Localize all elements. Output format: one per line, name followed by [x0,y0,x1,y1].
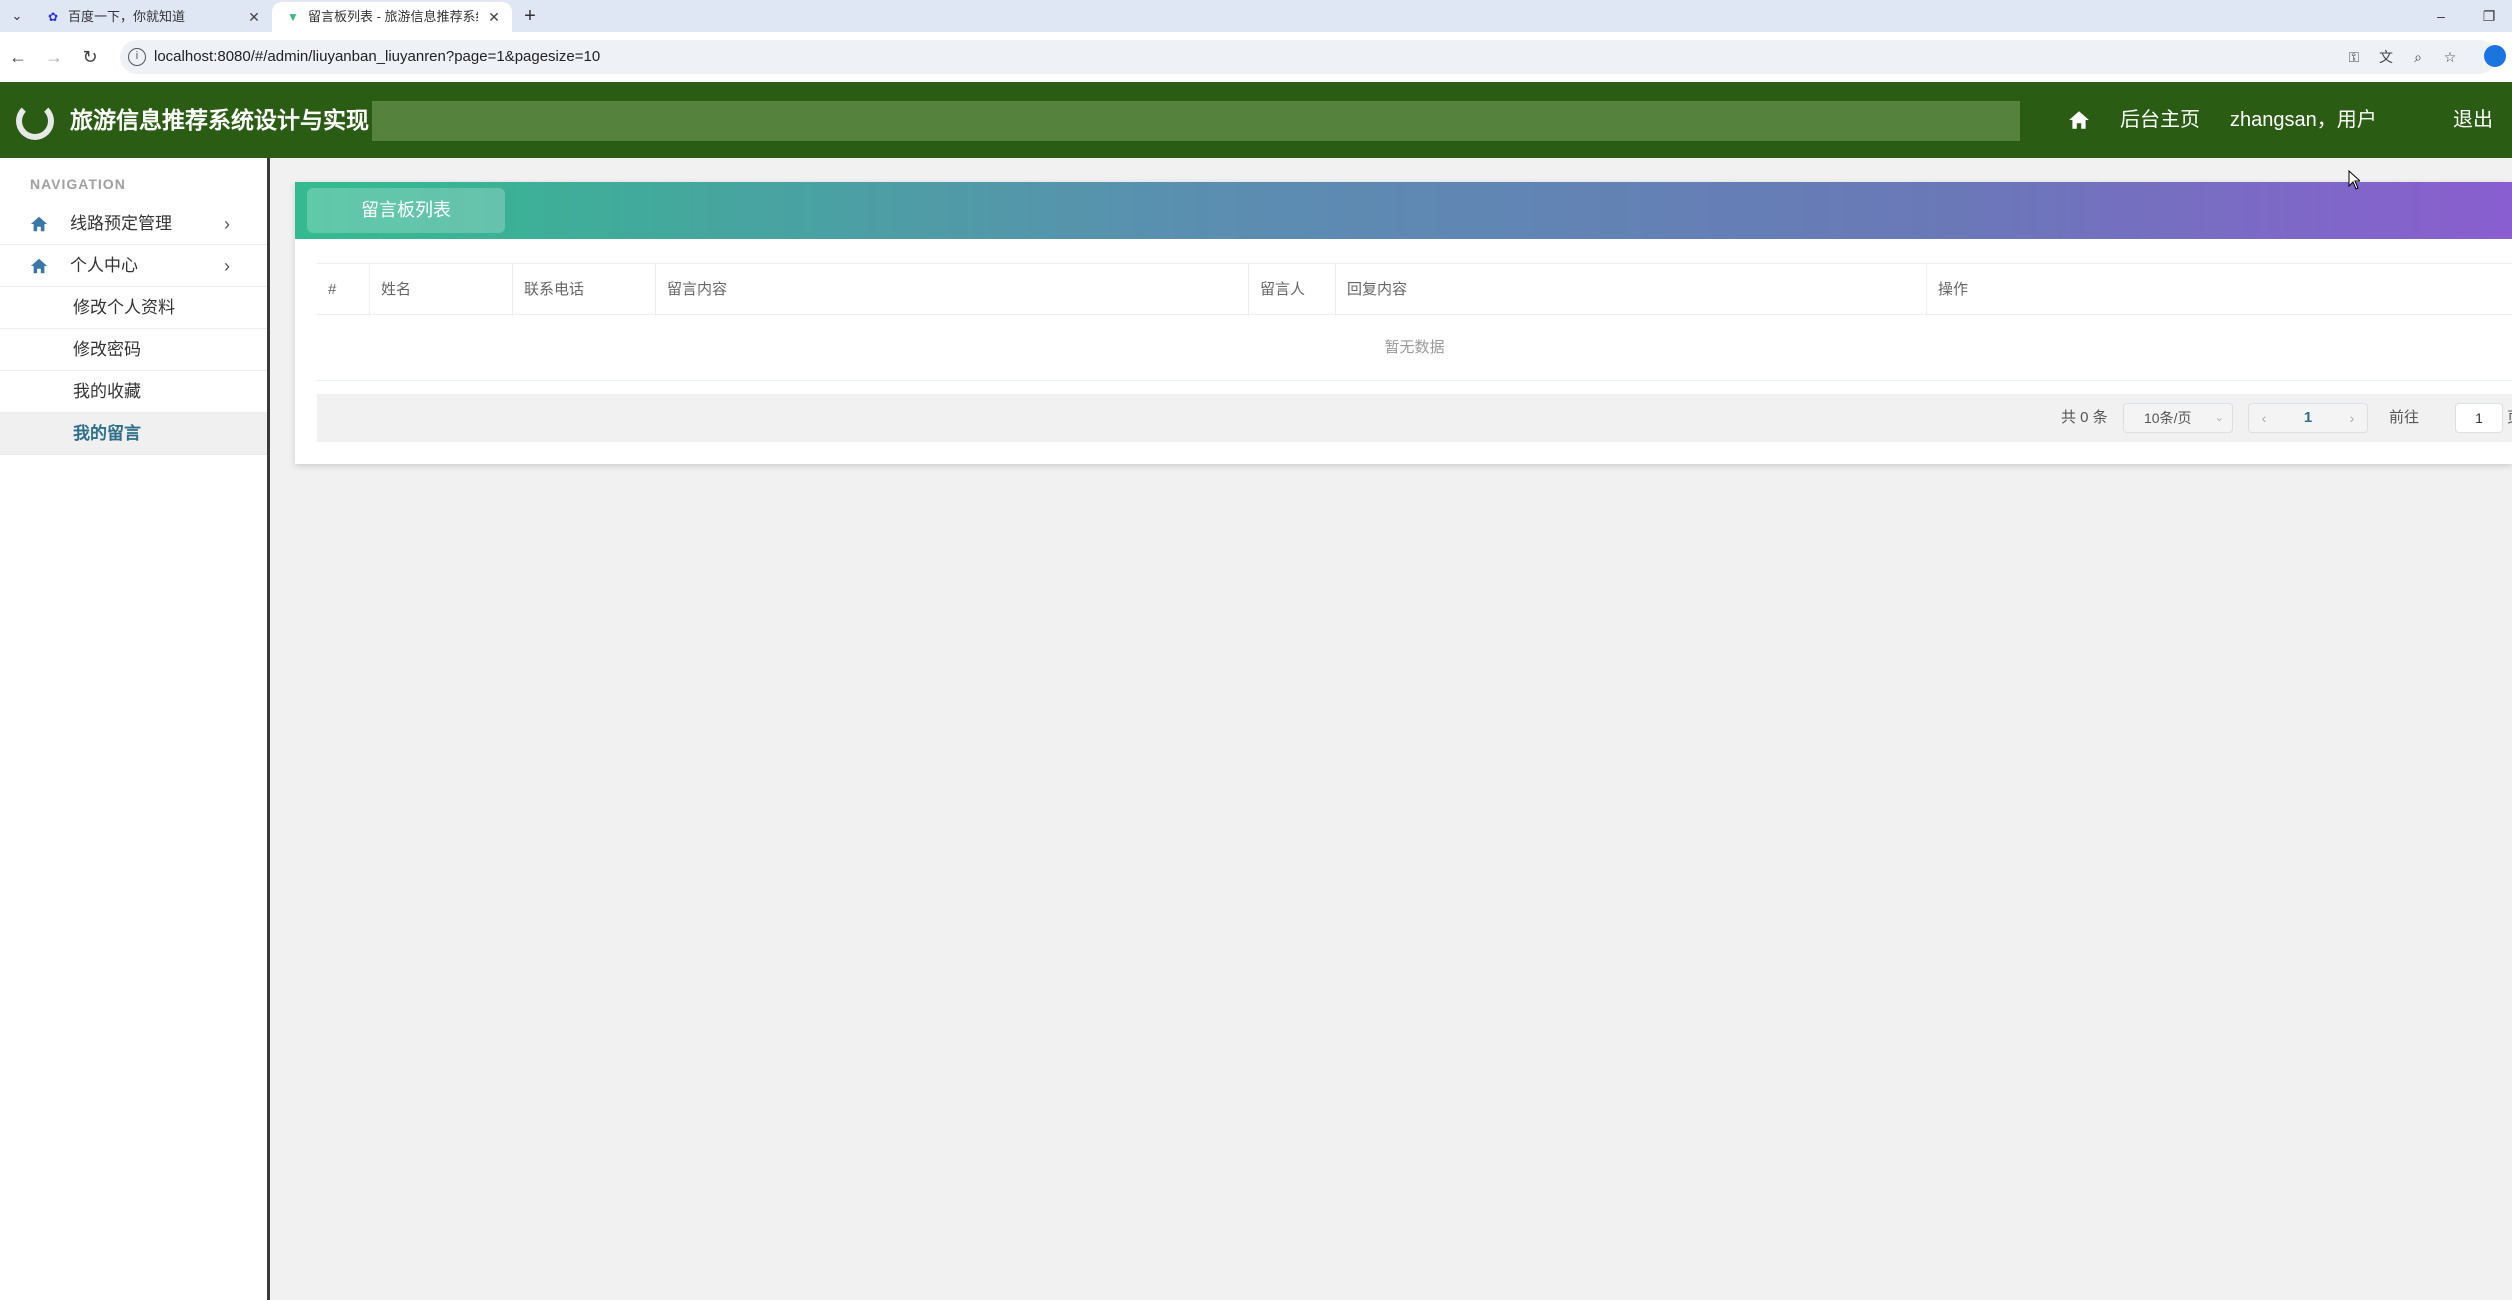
column-header-actions: 操作 [1926,264,2512,316]
translate-icon[interactable]: 文 [2376,48,2396,66]
column-header-phone: 联系电话 [512,264,655,316]
sidebar: NAVIGATION 线路预定管理 › 个人中心 › 修改个人资料 修改密码 我… [0,158,270,1300]
column-header-reply: 回复内容 [1335,264,1926,316]
tab-list-chevron-icon[interactable]: ⌄ [8,7,26,25]
close-tab-icon[interactable]: ✕ [486,9,502,25]
goto-page-input[interactable] [2455,403,2503,433]
chevron-right-icon: › [224,214,230,234]
chevron-right-icon: › [224,256,230,276]
bookmark-star-icon[interactable]: ☆ [2440,48,2460,66]
sidebar-item-label: 我的留言 [73,424,141,443]
reload-icon[interactable]: ↻ [78,45,102,69]
back-arrow-icon[interactable]: ← [6,45,30,69]
browser-tab-liuyanban[interactable]: ▼ 留言板列表 - 旅游信息推荐系统 ✕ [272,2,512,32]
current-page-number[interactable]: 1 [2279,404,2337,432]
pagination: 共 0 条 10条/页 ⌄ ‹ 1 › 前往 页 [317,394,2512,442]
sidebar-item-my-favorites[interactable]: 我的收藏 [0,371,267,413]
browser-toolbar: ← → ↻ i localhost:8080/#/admin/liuyanban… [0,32,2512,82]
sidebar-menu-label: 线路预定管理 [70,214,172,233]
header-decoration-strip [372,101,2020,141]
sidebar-menu-personal-center[interactable]: 个人中心 › [0,245,267,287]
page-size-value: 10条/页 [2144,410,2192,426]
site-info-icon[interactable]: i [128,48,146,66]
logout-link[interactable]: 退出 [2453,82,2493,158]
sidebar-heading: NAVIGATION [30,176,126,192]
pager-controls: ‹ 1 › [2248,403,2368,433]
vue-favicon-icon: ▼ [287,10,299,24]
card-header: 留言板列表 [295,182,2512,239]
home-icon [30,216,48,232]
sidebar-item-label: 修改密码 [73,340,141,359]
url-text: localhost:8080/#/admin/liuyanban_liuyanr… [154,48,601,65]
empty-data-text: 暂无数据 [317,315,2512,381]
message-board-card: 留言板列表 # 姓名 联系电话 留言内容 留言人 回复内容 操作 暂无数据 共 … [295,182,2512,464]
new-tab-plus-icon[interactable]: + [518,4,542,28]
baidu-favicon-icon: ✿ [47,10,59,24]
app-header: 旅游信息推荐系统设计与实现 后台主页 zhangsan，用户 退出 [0,82,2512,158]
close-tab-icon[interactable]: ✕ [246,9,262,25]
tab-title: 留言板列表 - 旅游信息推荐系统 [308,9,478,24]
home-icon [30,258,48,274]
sidebar-item-change-password[interactable]: 修改密码 [0,329,267,371]
site-title: 旅游信息推荐系统设计与实现 [70,107,369,133]
browser-tab-bar: ⌄ ✿ 百度一下，你就知道 ✕ ▼ 留言板列表 - 旅游信息推荐系统 ✕ + –… [0,0,2512,32]
page-unit-label: 页 [2507,394,2512,442]
mouse-cursor-icon [2348,170,2360,190]
card-title: 留言板列表 [307,188,505,233]
restore-window-icon[interactable]: ❐ [2474,4,2504,28]
sidebar-item-label: 我的收藏 [73,382,141,401]
tab-title: 百度一下，你就知道 [68,9,186,24]
profile-avatar-icon[interactable]: 👤 [2484,45,2506,67]
password-key-icon[interactable]: ⚿ [2344,48,2364,66]
current-user-label: zhangsan，用户 [2230,109,2377,131]
sidebar-item-edit-profile[interactable]: 修改个人资料 [0,287,267,329]
chevron-down-icon: ⌄ [2214,412,2224,424]
column-header-name: 姓名 [369,264,512,316]
goto-label: 前往 [2389,409,2420,426]
column-header-index: # [328,281,337,298]
prev-page-chevron-icon[interactable]: ‹ [2249,404,2279,432]
minimize-window-icon[interactable]: – [2426,4,2456,28]
admin-home-link[interactable]: 后台主页 [2120,82,2200,158]
pagination-total: 共 0 条 [2061,409,2108,426]
address-bar[interactable]: i localhost:8080/#/admin/liuyanban_liuya… [120,40,2496,74]
table-header-row: # 姓名 联系电话 留言内容 留言人 回复内容 操作 [317,263,2512,316]
column-header-content: 留言内容 [655,264,1248,316]
sidebar-menu-label: 个人中心 [70,256,138,275]
forward-arrow-icon[interactable]: → [42,45,66,69]
column-header-author: 留言人 [1248,264,1335,316]
home-icon[interactable] [2068,109,2090,131]
sidebar-item-my-messages[interactable]: 我的留言 [0,413,267,455]
next-page-chevron-icon[interactable]: › [2337,404,2367,432]
logo-icon [16,102,54,140]
page-size-select[interactable]: 10条/页 ⌄ [2123,403,2233,433]
browser-tab-baidu[interactable]: ✿ 百度一下，你就知道 ✕ [32,2,272,32]
zoom-icon[interactable]: ⌕ [2408,48,2428,66]
sidebar-item-label: 修改个人资料 [73,298,175,317]
sidebar-menu-route-booking[interactable]: 线路预定管理 › [0,203,267,245]
